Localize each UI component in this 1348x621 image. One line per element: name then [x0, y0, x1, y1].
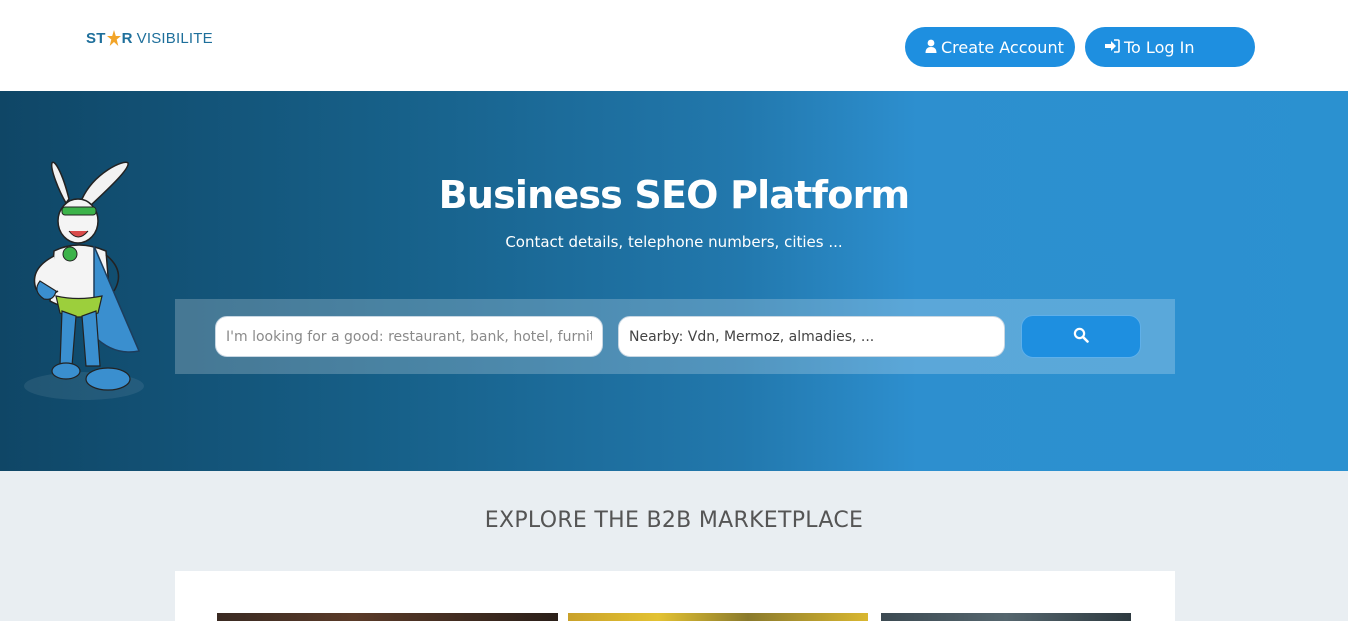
- sign-in-icon: [1105, 38, 1124, 57]
- explore-heading: EXPLORE THE B2B MARKETPLACE: [484, 508, 864, 533]
- marketplace-card-image[interactable]: [881, 613, 1131, 621]
- hero-section: Business SEO Platform Contact details, t…: [0, 91, 1348, 471]
- site-header: ST R VISIBILITE Create Account To Log In: [0, 0, 1348, 91]
- logo-text-start: ST: [86, 29, 106, 47]
- search-bar: [175, 299, 1175, 374]
- create-account-label: Create Account: [941, 37, 1064, 57]
- search-button[interactable]: [1021, 315, 1141, 358]
- logo-text-middle: R: [121, 29, 133, 47]
- marketplace-card-image[interactable]: [217, 613, 558, 621]
- login-button[interactable]: To Log In: [1085, 27, 1255, 67]
- logo-star-icon: [106, 30, 121, 46]
- site-logo[interactable]: ST R VISIBILITE: [86, 24, 213, 52]
- search-where-input[interactable]: [618, 316, 1005, 357]
- create-account-button[interactable]: Create Account: [905, 27, 1075, 67]
- hero-subtitle: Contact details, telephone numbers, citi…: [505, 233, 843, 251]
- marketplace-cards-panel: [175, 571, 1175, 621]
- login-label: To Log In: [1124, 37, 1195, 57]
- marketplace-card-image[interactable]: [568, 613, 868, 621]
- user-icon: [925, 38, 941, 57]
- hero-title: Business SEO Platform: [438, 173, 910, 217]
- search-icon: [1073, 327, 1089, 347]
- logo-text-end: VISIBILITE: [136, 29, 213, 47]
- search-what-input[interactable]: [215, 316, 603, 357]
